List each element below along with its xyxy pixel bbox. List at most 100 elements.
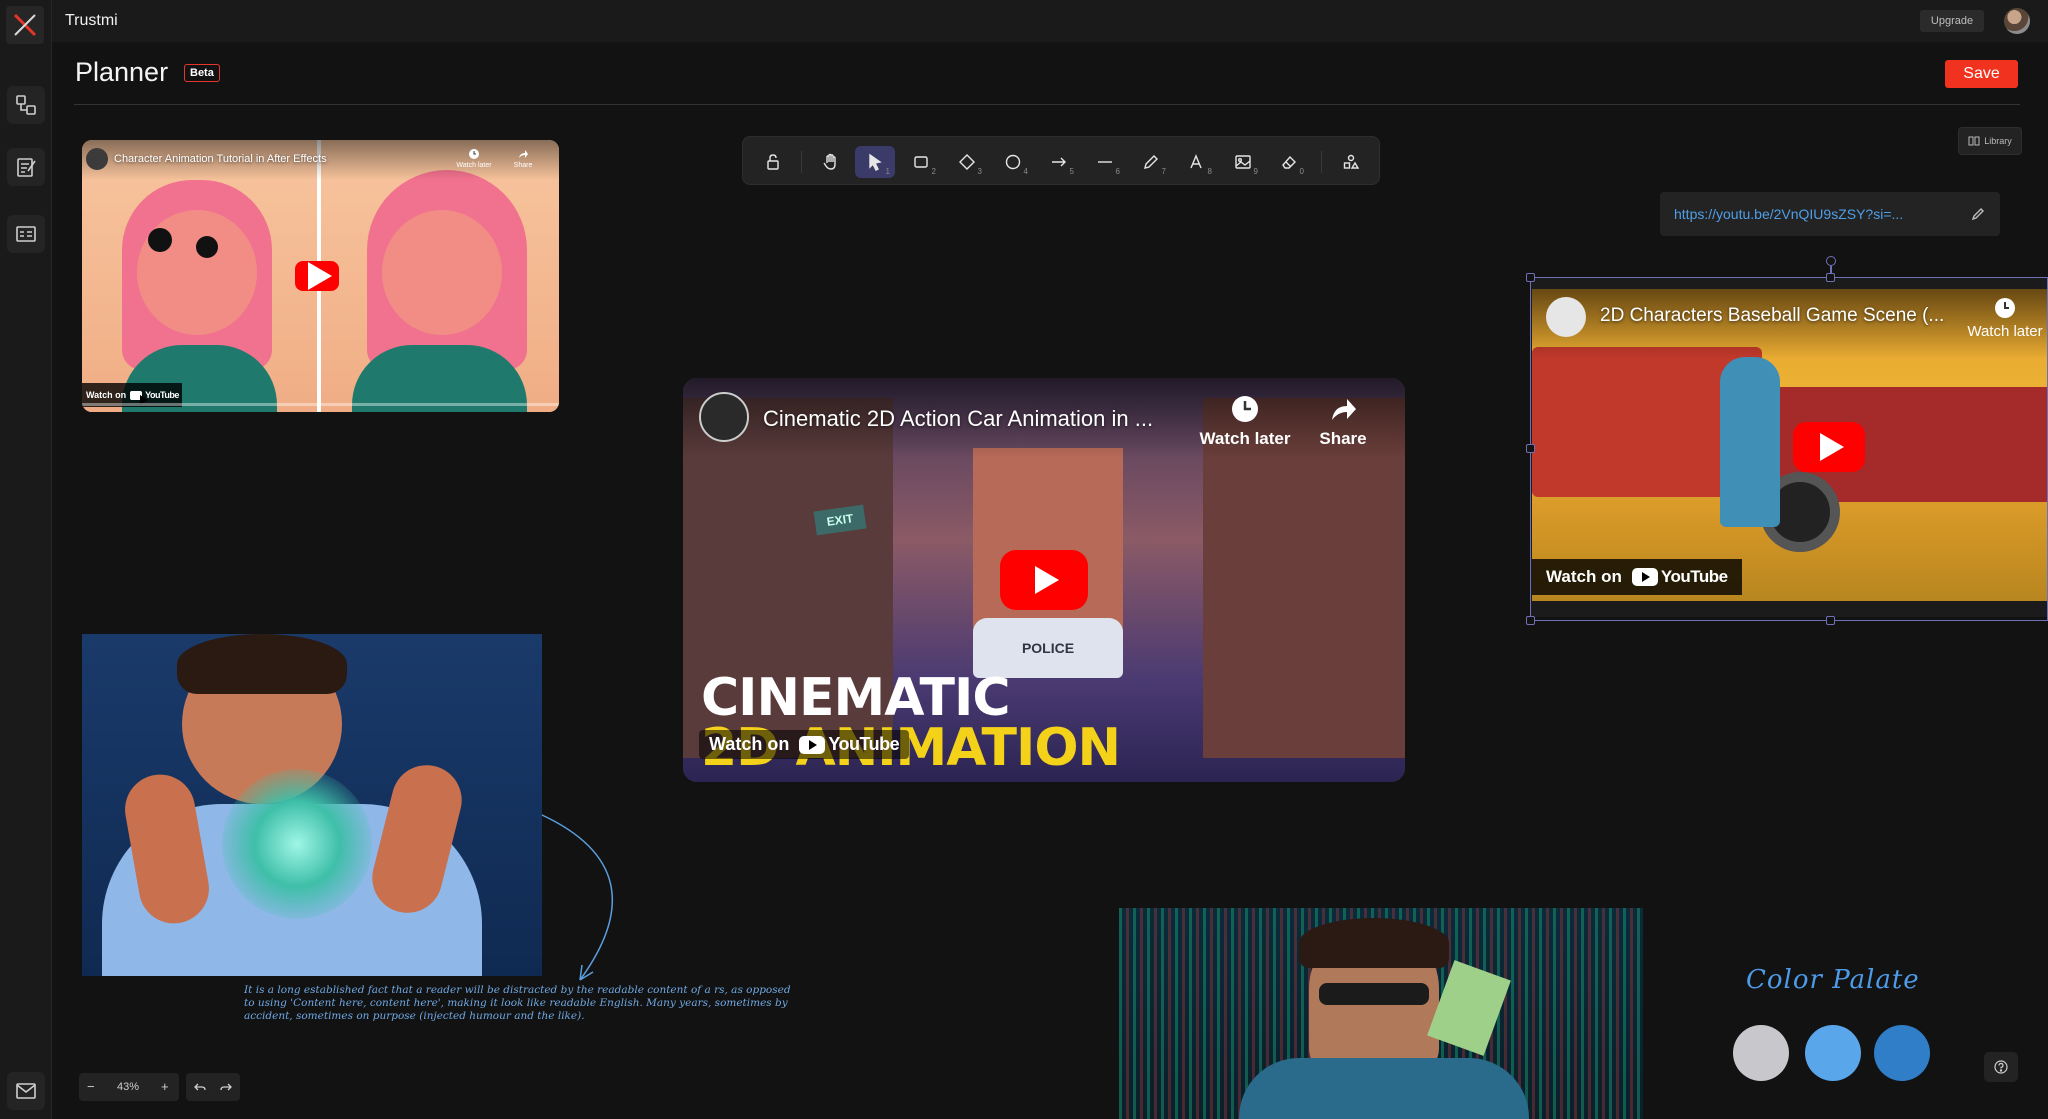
tool-text[interactable]: 8 [1177, 146, 1217, 178]
tool-pointer[interactable]: 1 [855, 146, 895, 178]
trader-hair [1299, 918, 1449, 968]
share-1[interactable]: Share [508, 148, 538, 169]
watch-later-label-2: Watch later [1199, 429, 1291, 448]
image-icon [1235, 155, 1251, 169]
swatch-3[interactable] [1874, 1025, 1930, 1081]
header-divider [74, 104, 2020, 105]
zoom-level[interactable]: 43% [117, 1081, 139, 1093]
tool-pencil[interactable]: 7 [1131, 146, 1171, 178]
lock-icon [767, 154, 779, 170]
watch-on-youtube-2[interactable]: Watch on YouTube [699, 730, 910, 759]
toolbar-divider [801, 151, 802, 173]
eraser-icon [1282, 155, 1296, 169]
palette-title[interactable]: Color Palate [1746, 965, 1920, 995]
curved-arrow[interactable] [540, 810, 650, 990]
clock-icon [1232, 396, 1258, 422]
channel-avatar-1 [86, 148, 108, 170]
clock-icon [469, 149, 479, 159]
video-card-1[interactable]: Character Animation Tutorial in After Ef… [82, 140, 559, 412]
video-title-2[interactable]: Cinematic 2D Action Car Animation in ... [763, 406, 1153, 432]
zoom-in-button[interactable]: + [161, 1079, 169, 1094]
share-icon [519, 150, 528, 158]
video-card-2[interactable]: EXIT POLICE Cinematic 2D Action Car Anim… [683, 378, 1405, 782]
watch-on-label-1: Watch on [86, 390, 127, 400]
notes-icon [17, 158, 36, 177]
sidebar-item-flow[interactable] [7, 86, 45, 124]
help-button[interactable] [1984, 1052, 2018, 1082]
logo-x-icon [13, 13, 37, 37]
play-button-1[interactable] [295, 261, 339, 291]
tool-rectangle[interactable]: 2 [901, 146, 941, 178]
flow-icon [16, 95, 36, 115]
url-value[interactable]: https://youtu.be/2VnQIU9sZSY?si=... [1674, 206, 1903, 222]
user-avatar[interactable] [2004, 8, 2030, 34]
youtube-wordmark-2: YouTube [828, 734, 900, 754]
glowing-orb [222, 769, 372, 919]
tool-line[interactable]: 6 [1085, 146, 1125, 178]
character-shirt-right [352, 345, 527, 412]
tool-shortcut: 6 [1115, 167, 1120, 176]
swatch-2[interactable] [1805, 1025, 1861, 1081]
url-bar[interactable]: https://youtu.be/2VnQIU9sZSY?si=... [1660, 192, 2000, 236]
annotation-text[interactable]: It is a long established fact that a rea… [244, 984, 804, 1023]
toolbar-divider [1321, 151, 1322, 173]
rotation-handle[interactable] [1826, 256, 1836, 266]
book-icon [1968, 136, 1980, 146]
zoom-out-button[interactable]: − [87, 1079, 95, 1094]
share-label-2: Share [1319, 429, 1367, 448]
selection-handle-ml[interactable] [1526, 444, 1535, 453]
tool-arrow[interactable]: 5 [1039, 146, 1079, 178]
character-face-right [382, 210, 502, 335]
beta-badge: Beta [184, 64, 220, 82]
share-icon [1332, 399, 1356, 420]
tool-shortcut: 5 [1069, 167, 1074, 176]
eye-left [148, 228, 172, 252]
image-orb-character[interactable] [82, 634, 542, 976]
tool-circle[interactable]: 4 [993, 146, 1033, 178]
share-label-1: Share [513, 162, 533, 169]
tool-eraser[interactable]: 0 [1269, 146, 1309, 178]
tool-diamond[interactable]: 3 [947, 146, 987, 178]
share-2[interactable]: Share [1311, 394, 1375, 449]
sidebar-item-board[interactable] [7, 215, 45, 253]
sidebar-item-notes[interactable] [7, 148, 45, 186]
tool-image[interactable]: 9 [1223, 146, 1263, 178]
watch-later-2[interactable]: Watch later [1195, 394, 1295, 449]
tool-hand[interactable] [811, 146, 851, 178]
zoom-control: − 43% + [79, 1073, 179, 1101]
watch-on-label-2: Watch on [709, 734, 790, 754]
edit-icon[interactable] [1970, 206, 1986, 222]
progress-bar-1 [82, 403, 559, 406]
sidebar-item-mail[interactable] [7, 1072, 45, 1110]
selection-handle-bl[interactable] [1526, 616, 1535, 625]
library-label: Library [1984, 136, 2012, 146]
selection-handle-bm[interactable] [1826, 616, 1835, 625]
text-icon [1190, 154, 1202, 169]
tool-shapes[interactable] [1331, 146, 1371, 178]
sunglasses [1319, 983, 1429, 1005]
selection-handle-tm[interactable] [1826, 273, 1835, 282]
arrow-icon [1052, 157, 1066, 167]
watch-later-1[interactable]: Watch later [454, 148, 494, 169]
youtube-wordmark-1: YouTube [145, 390, 179, 400]
tool-lock[interactable] [753, 146, 793, 178]
play-button-2[interactable] [1000, 550, 1088, 610]
channel-avatar-2 [699, 392, 749, 442]
sidebar [0, 0, 52, 1119]
tool-shortcut: 9 [1253, 167, 1258, 176]
watch-later-label-1: Watch later [456, 162, 492, 169]
redo-icon[interactable] [220, 1081, 232, 1093]
save-button[interactable]: Save [1945, 60, 2018, 88]
undo-icon[interactable] [194, 1081, 206, 1093]
history-control [186, 1073, 240, 1101]
library-button[interactable]: Library [1958, 127, 2022, 155]
mail-icon [16, 1083, 36, 1099]
rectangle-icon [914, 156, 928, 168]
diamond-icon [959, 154, 975, 170]
selection-handle-tl[interactable] [1526, 273, 1535, 282]
video-title-1[interactable]: Character Animation Tutorial in After Ef… [114, 153, 327, 165]
swatch-1[interactable] [1733, 1025, 1789, 1081]
upgrade-button[interactable]: Upgrade [1920, 10, 1984, 32]
app-logo[interactable] [6, 6, 44, 44]
image-trader[interactable] [1119, 908, 1643, 1119]
